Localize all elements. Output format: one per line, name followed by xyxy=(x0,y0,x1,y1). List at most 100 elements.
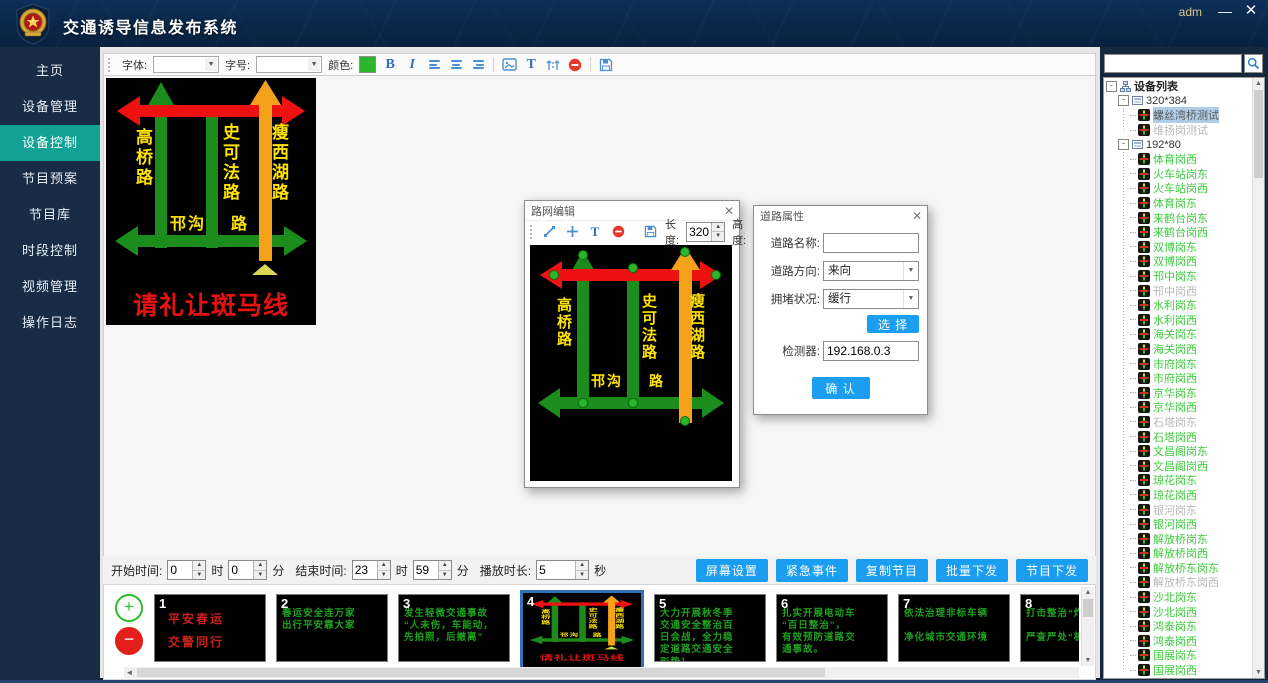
spin-down[interactable]: ▼ xyxy=(439,571,451,580)
collapse-toggle[interactable]: - xyxy=(1118,95,1129,106)
sidebar-item[interactable]: 视频管理 xyxy=(0,269,100,305)
program-thumbnail[interactable]: 3发生轻微交通事故“人未伤，车能动，先拍照，后撤离” xyxy=(398,594,510,662)
device-item[interactable]: 文昌阁岗西 xyxy=(1106,458,1252,473)
draw-line-icon[interactable] xyxy=(541,223,557,240)
action-button[interactable]: 节目下发 xyxy=(1016,559,1088,582)
pick-detector-button[interactable]: 选 择 xyxy=(867,315,919,333)
program-thumbnail[interactable]: 6扎实开展电动车“百日整治”，有效预防道路交通事故。 xyxy=(776,594,888,662)
device-item[interactable]: 双博岗东 xyxy=(1106,240,1252,255)
bold-button[interactable]: B xyxy=(382,56,398,73)
device-item[interactable]: 石塔岗西 xyxy=(1106,429,1252,444)
scroll-down-arrow[interactable]: ▼ xyxy=(1253,667,1264,678)
collapse-toggle[interactable]: - xyxy=(1118,139,1129,150)
device-item[interactable]: 沙北岗西 xyxy=(1106,604,1252,619)
device-item[interactable]: 解放桥岗东 xyxy=(1106,531,1252,546)
device-item[interactable]: 文昌阁岗东 xyxy=(1106,444,1252,459)
tree-scrollbar[interactable]: ▲ ▼ xyxy=(1252,78,1264,678)
device-item[interactable]: 邗中岗西 xyxy=(1106,283,1252,298)
congestion-select[interactable]: 缓行▼ xyxy=(823,289,919,309)
text-tool-button[interactable]: T xyxy=(523,56,539,73)
device-item[interactable]: 京华岗东 xyxy=(1106,385,1252,400)
length-spinner[interactable]: ▲▼ xyxy=(686,222,725,242)
align-right-button[interactable] xyxy=(470,56,486,73)
device-item[interactable]: 水利岗西 xyxy=(1106,313,1252,328)
scrollbar-thumb[interactable] xyxy=(137,668,825,677)
spin-down[interactable]: ▼ xyxy=(576,571,588,580)
device-item[interactable]: 鸿泰岗西 xyxy=(1106,634,1252,649)
sidebar-item[interactable]: 时段控制 xyxy=(0,233,100,269)
dialog-titlebar[interactable]: 道路属性 ✕ xyxy=(754,206,927,225)
roadnet-tool-icon[interactable] xyxy=(545,56,561,73)
device-item[interactable]: 国展岗东 xyxy=(1106,648,1252,663)
device-search-input[interactable] xyxy=(1104,54,1242,73)
led-display-preview[interactable]: 高桥路 史可法路 瘦西湖路 邗沟 路 请礼让斑马线 xyxy=(525,595,639,663)
device-item[interactable]: 螺丝湾桥测试 xyxy=(1106,108,1252,123)
spin-up[interactable]: ▲ xyxy=(712,223,724,233)
font-select[interactable]: ▼ xyxy=(153,56,219,73)
sidebar-item[interactable]: 操作日志 xyxy=(0,305,100,341)
end-hour-input[interactable] xyxy=(353,561,377,579)
action-button[interactable]: 紧急事件 xyxy=(776,559,848,582)
device-item[interactable]: 体育岗西 xyxy=(1106,152,1252,167)
strip-vertical-scrollbar[interactable]: ▲ ▼ xyxy=(1081,587,1094,666)
program-thumbnail[interactable]: 8打击整治“炸街严查严处“机动 xyxy=(1020,594,1079,662)
led-display-preview[interactable]: 高桥路 史可法路 瘦西湖路 邗沟 路 请礼让斑马线 xyxy=(106,78,316,325)
device-item[interactable]: 石塔岗东 xyxy=(1106,415,1252,430)
device-group[interactable]: -320*384 xyxy=(1106,94,1252,109)
spin-up[interactable]: ▲ xyxy=(576,561,588,571)
duration-input[interactable] xyxy=(537,561,575,579)
add-program-button[interactable]: + xyxy=(115,594,143,622)
device-item[interactable]: 体育岗东 xyxy=(1106,196,1252,211)
end-hour-spinner[interactable]: ▲▼ xyxy=(352,560,391,580)
device-item[interactable]: 解放桥东岗西 xyxy=(1106,575,1252,590)
device-item[interactable]: 来鹤台岗东 xyxy=(1106,210,1252,225)
action-button[interactable]: 屏幕设置 xyxy=(696,559,768,582)
username[interactable]: adm xyxy=(1179,5,1202,19)
device-item[interactable]: 银河岗东 xyxy=(1106,502,1252,517)
spin-up[interactable]: ▲ xyxy=(193,561,205,571)
save-icon[interactable] xyxy=(642,223,658,240)
roadnet-edit-canvas[interactable]: 高桥路 史可法路 瘦西湖路 邗沟 路 xyxy=(530,245,732,481)
align-left-button[interactable] xyxy=(426,56,442,73)
detector-input[interactable] xyxy=(823,341,919,361)
program-thumbnail[interactable]: 1平安春运交警同行 xyxy=(154,594,266,662)
device-item[interactable]: 双博岗西 xyxy=(1106,254,1252,269)
spin-down[interactable]: ▼ xyxy=(378,571,390,580)
program-thumbnail[interactable]: 4 高桥路 史可法路 瘦西湖路 邗沟 路 请礼让斑马线 xyxy=(520,590,644,670)
spin-down[interactable]: ▼ xyxy=(712,232,724,241)
scrollbar-thumb[interactable] xyxy=(1083,599,1093,617)
device-item[interactable]: 邗中岗东 xyxy=(1106,269,1252,284)
dialog-close-icon[interactable]: ✕ xyxy=(907,209,927,223)
remove-program-button[interactable]: − xyxy=(115,627,143,655)
sidebar-item[interactable]: 设备管理 xyxy=(0,89,100,125)
color-swatch[interactable] xyxy=(359,56,376,73)
start-minute-spinner[interactable]: ▲▼ xyxy=(228,560,267,580)
direction-select[interactable]: 来向▼ xyxy=(823,261,919,281)
spin-down[interactable]: ▼ xyxy=(193,571,205,580)
action-button[interactable]: 批量下发 xyxy=(936,559,1008,582)
collapse-toggle[interactable]: - xyxy=(1106,81,1117,92)
sidebar-item[interactable]: 节目预案 xyxy=(0,161,100,197)
scroll-up-arrow[interactable]: ▲ xyxy=(1253,78,1264,89)
device-item[interactable]: 沙北岗东 xyxy=(1106,590,1252,605)
image-icon[interactable] xyxy=(501,56,517,73)
sidebar-item[interactable]: 主页 xyxy=(0,53,100,89)
device-item[interactable]: 琼花岗东 xyxy=(1106,473,1252,488)
program-thumbnail[interactable]: 7依法治理非标车辆净化城市交通环境 xyxy=(898,594,1010,662)
italic-button[interactable]: I xyxy=(404,56,420,73)
scrollbar-thumb[interactable] xyxy=(1254,90,1263,178)
crossing-tool-icon[interactable] xyxy=(564,223,580,240)
device-item[interactable]: 京华岗西 xyxy=(1106,400,1252,415)
device-item[interactable]: 银河岗西 xyxy=(1106,517,1252,532)
text-tool-button[interactable]: T xyxy=(587,223,603,240)
align-center-button[interactable] xyxy=(448,56,464,73)
device-group[interactable]: -192*80 xyxy=(1106,137,1252,152)
confirm-button[interactable]: 确 认 xyxy=(812,377,870,399)
device-item[interactable]: 国展岗西 xyxy=(1106,663,1252,678)
close-button[interactable]: ✕ xyxy=(1240,1,1262,21)
length-input[interactable] xyxy=(687,223,711,241)
duration-spinner[interactable]: ▲▼ xyxy=(536,560,589,580)
save-icon[interactable] xyxy=(598,56,614,73)
spin-up[interactable]: ▲ xyxy=(439,561,451,571)
action-button[interactable]: 复制节目 xyxy=(856,559,928,582)
